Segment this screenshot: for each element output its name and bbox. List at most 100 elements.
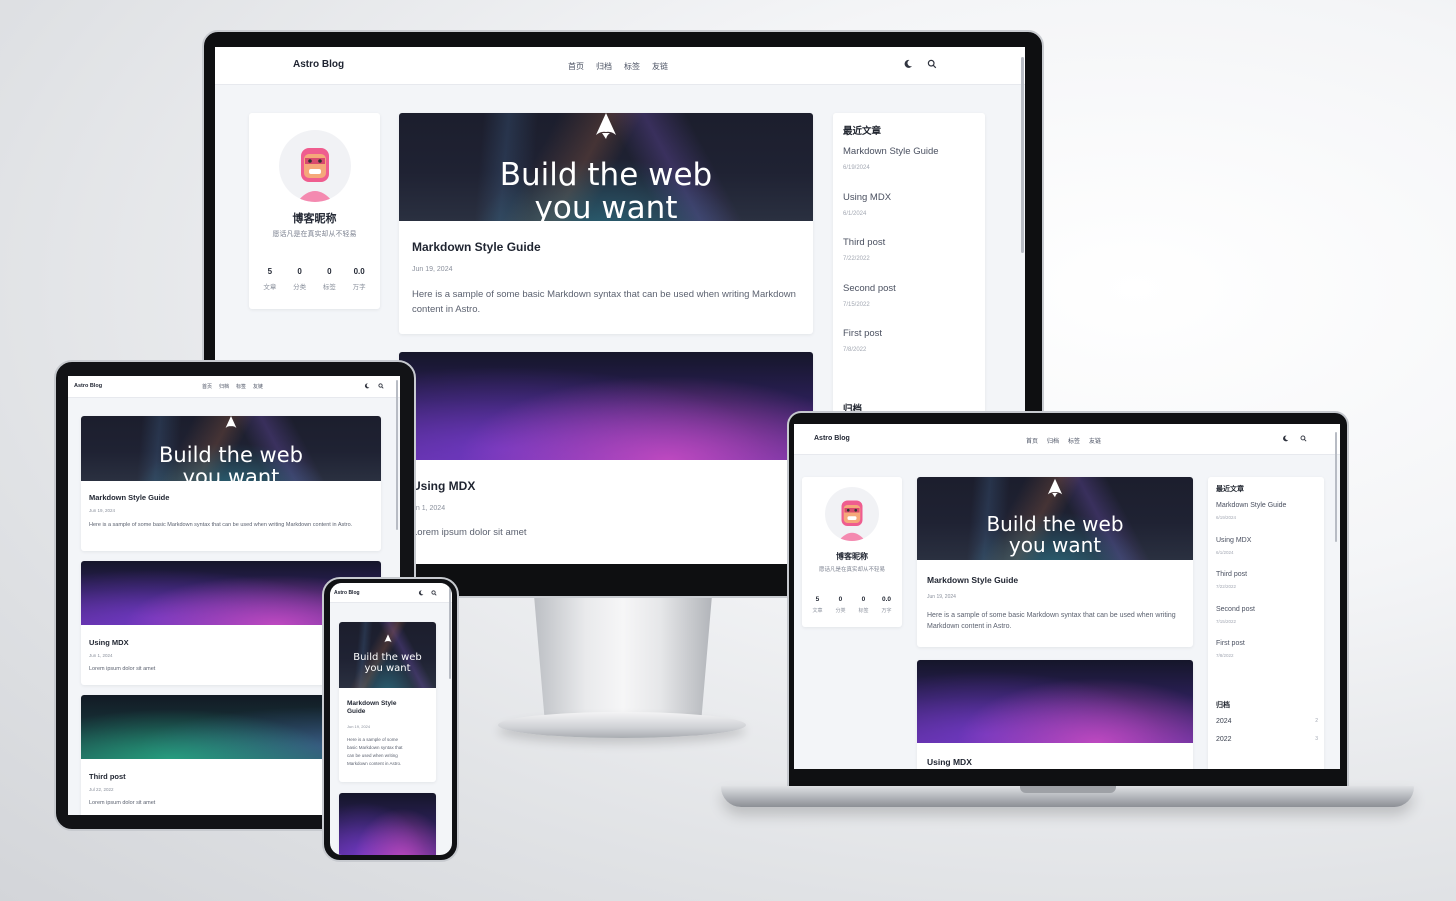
post-cover: Build the web you want <box>917 477 1193 560</box>
nav-archive[interactable]: 归档 <box>219 383 229 390</box>
recent-post-item[interactable]: Markdown Style Guide 6/19/2024 <box>1216 502 1286 537</box>
nav-friends[interactable]: 友链 <box>1089 436 1101 445</box>
nav-menu: 首页 归档 标签 友链 <box>1026 436 1101 445</box>
post-title[interactable]: Using MDX <box>89 638 129 647</box>
post-title[interactable]: Using MDX <box>412 479 475 493</box>
site-brand[interactable]: Astro Blog <box>814 435 850 442</box>
recent-post-item[interactable]: Using MDX 6/1/2024 <box>843 192 939 238</box>
avatar <box>279 130 351 202</box>
profile-stats: 5 文章 0 分类 0 标签 0.0 万字 <box>806 596 898 614</box>
laptop-notch <box>1020 786 1116 793</box>
site-brand[interactable]: Astro Blog <box>293 59 344 70</box>
post-description: Here is a sample of some basic Markdown … <box>347 737 403 766</box>
recent-posts-title: 最近文章 <box>843 126 882 137</box>
post-date: Jun 19, 2024 <box>89 508 116 513</box>
recent-post-item[interactable]: Markdown Style Guide 6/19/2024 <box>843 146 939 192</box>
post-card[interactable]: Build the web you want Markdown Style Guid… <box>339 622 436 782</box>
nav-archive[interactable]: 归档 <box>596 61 612 72</box>
post-card[interactable]: Using MDX un 1, 2024 Lorem ipsum dolor s… <box>399 352 813 564</box>
post-description: Lorem ipsum dolor sit amet <box>89 800 156 806</box>
post-card[interactable]: Build the web you want Markdown Style Gui… <box>399 113 813 334</box>
nav-icons <box>1282 435 1307 442</box>
search-icon[interactable] <box>378 383 384 389</box>
page-scrollbar[interactable] <box>1021 57 1024 253</box>
nav-icons <box>903 59 937 69</box>
stat-posts[interactable]: 5 文章 <box>263 267 276 291</box>
stat-categories[interactable]: 0 分类 <box>835 596 845 614</box>
nav-tags[interactable]: 标签 <box>1068 436 1080 445</box>
profile-stats: 5 文章 0 分类 0 标签 0.0 万字 <box>255 267 374 291</box>
post-card[interactable]: Using MDX <box>917 660 1193 769</box>
moon-icon[interactable] <box>1282 435 1289 442</box>
profile-card: 博客昵称 愿话凡是在真实却从不轻易 5 文章 0 分类 0 标签 0.0 万字 <box>249 113 380 309</box>
laptop-screen: Astro Blog 首页 归档 标签 友链 博客昵称 愿话凡是在真实却从不轻易… <box>794 424 1340 769</box>
stat-posts[interactable]: 5 文章 <box>812 596 822 614</box>
astro-logo-icon <box>383 634 392 643</box>
recent-post-item[interactable]: Third post 7/22/2022 <box>843 237 939 283</box>
nav-menu: 首页 归档 标签 友链 <box>568 61 668 72</box>
post-title[interactable]: Markdown Style Guide <box>412 240 541 254</box>
nav-tags[interactable]: 标签 <box>236 383 246 390</box>
post-card[interactable]: Build the web you want Markdown Style Gui… <box>917 477 1193 647</box>
stat-tags[interactable]: 0 标签 <box>323 267 336 291</box>
nav-icons <box>418 590 437 596</box>
stat-words: 0.0 万字 <box>352 267 366 291</box>
recent-post-item[interactable]: Third post 7/22/2022 <box>1216 571 1286 606</box>
page-scrollbar[interactable] <box>449 587 451 679</box>
moon-icon[interactable] <box>418 590 424 596</box>
recent-posts-title: 最近文章 <box>1216 486 1244 493</box>
monitor-stand-neck <box>533 592 713 722</box>
search-icon[interactable] <box>927 59 937 69</box>
post-description: Lorem ipsum dolor sit amet <box>412 527 527 538</box>
nav-tags[interactable]: 标签 <box>624 61 640 72</box>
post-description: Here is a sample of some basic Markdown … <box>927 612 1176 630</box>
moon-icon[interactable] <box>903 59 913 69</box>
post-card[interactable] <box>339 793 436 855</box>
site-brand[interactable]: Astro Blog <box>334 590 360 596</box>
post-cover: Build the web you want <box>81 416 381 481</box>
recent-posts-list: Markdown Style Guide 6/19/2024 Using MDX 6… <box>843 146 939 374</box>
nav-friends[interactable]: 友链 <box>253 383 263 390</box>
top-navbar: Astro Blog 首页 归档 标签 友链 <box>215 47 1025 85</box>
post-date: Jun 1, 2024 <box>89 653 113 658</box>
post-title[interactable]: Third post <box>89 772 126 781</box>
archive-item[interactable]: 2022 3 <box>1216 736 1318 754</box>
astro-logo-icon <box>1047 478 1063 498</box>
profile-motto: 愿话凡是在真实却从不轻易 <box>818 567 885 573</box>
astro-logo-icon <box>225 416 237 428</box>
archive-list: 2024 2 2022 3 <box>1216 718 1318 754</box>
profile-name: 博客昵称 <box>836 552 868 561</box>
post-card[interactable]: Build the web you want Markdown Style Gui… <box>81 416 381 551</box>
archive-item[interactable]: 2024 2 <box>1216 718 1318 736</box>
nav-archive[interactable]: 归档 <box>1047 436 1059 445</box>
search-icon[interactable] <box>431 590 437 596</box>
post-title[interactable]: Markdown Style Guide <box>347 700 396 717</box>
stat-categories[interactable]: 0 分类 <box>293 267 306 291</box>
nav-home[interactable]: 首页 <box>202 383 212 390</box>
post-title[interactable]: Markdown Style Guide <box>927 575 1018 585</box>
post-title[interactable]: Using MDX <box>927 757 972 767</box>
stat-tags[interactable]: 0 标签 <box>858 596 868 614</box>
page-scrollbar[interactable] <box>396 380 398 530</box>
profile-name: 博客昵称 <box>292 213 337 225</box>
nav-home[interactable]: 首页 <box>568 61 584 72</box>
post-description: Here is a sample of some basic Markdown … <box>412 289 796 315</box>
recent-post-item[interactable]: First post 7/8/2022 <box>1216 640 1286 675</box>
nav-friends[interactable]: 友链 <box>652 61 668 72</box>
nav-menu: 首页 归档 标签 友链 <box>202 383 263 390</box>
moon-icon[interactable] <box>364 383 370 389</box>
page-scrollbar[interactable] <box>1335 432 1337 542</box>
recent-post-item[interactable]: Second post 7/15/2022 <box>1216 606 1286 641</box>
post-title[interactable]: Markdown Style Guide <box>89 493 169 502</box>
post-cover <box>399 352 813 460</box>
recent-post-item[interactable]: Using MDX 6/1/2024 <box>1216 537 1286 572</box>
phone-screen: Astro Blog Build the web you want Markdow… <box>330 583 452 855</box>
recent-post-item[interactable]: First post 7/8/2022 <box>843 328 939 374</box>
recent-post-item[interactable]: Second post 7/15/2022 <box>843 283 939 329</box>
post-date: Jun 19, 2024 <box>927 594 956 600</box>
top-navbar: Astro Blog 首页 归档 标签 友链 <box>68 376 400 398</box>
site-brand[interactable]: Astro Blog <box>74 383 102 389</box>
recent-posts-list: Markdown Style Guide 6/19/2024 Using MDX 6… <box>1216 502 1286 675</box>
nav-home[interactable]: 首页 <box>1026 436 1038 445</box>
search-icon[interactable] <box>1300 435 1307 442</box>
